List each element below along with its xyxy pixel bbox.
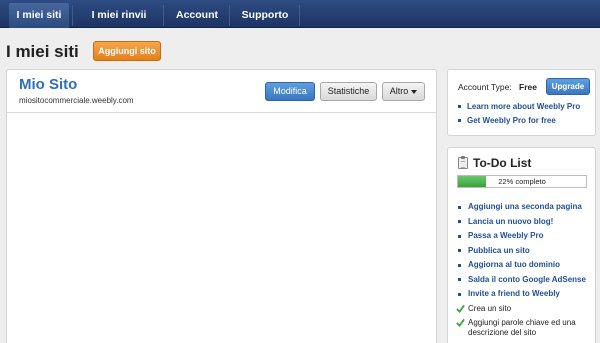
- learn-more-pro-link[interactable]: Learn more about Weebly Pro: [467, 102, 580, 111]
- account-links: Learn more about Weebly Pro Get Weebly P…: [458, 100, 593, 128]
- account-card: Account Type: Free Upgrade Learn more ab…: [447, 69, 596, 136]
- todo-item: Aggiungi una seconda pagina: [458, 202, 593, 212]
- tab-support[interactable]: Supporto: [234, 3, 296, 28]
- more-dropdown-button[interactable]: Altro: [382, 82, 425, 101]
- checkmark-icon: [456, 318, 465, 327]
- account-type-label: Account Type:: [458, 82, 512, 92]
- bullet-icon: [458, 205, 461, 209]
- tab-account[interactable]: Account: [168, 3, 226, 28]
- todo-item-done: Crea un sito: [456, 303, 593, 314]
- tab-divider: [163, 5, 164, 26]
- clipboard-icon: [458, 156, 468, 169]
- todo-item-link[interactable]: Passa a Weebly Pro: [468, 231, 543, 240]
- upgrade-button[interactable]: Upgrade: [546, 78, 590, 95]
- page-title: I miei siti: [6, 42, 79, 61]
- todo-item-label: Aggiungi parole chiave ed una descrizion…: [468, 318, 576, 337]
- progress-text: 22% completo: [498, 177, 546, 186]
- todo-item-done: Aggiungi parole chiave ed una descrizion…: [456, 318, 593, 338]
- checkmark-icon: [456, 304, 465, 313]
- list-item: Get Weebly Pro for free: [458, 114, 593, 127]
- todo-list: Aggiungi una seconda pagina Lancia un nuo…: [456, 202, 593, 343]
- todo-item: Pubblica un sito: [458, 246, 593, 256]
- list-item: Learn more about Weebly Pro: [458, 100, 593, 113]
- todo-item: Aggiorna al tuo dominio: [458, 260, 593, 270]
- site-panel-header: Mio Sito miositocommerciale.weebly.com M…: [7, 70, 436, 113]
- bullet-icon: [458, 119, 461, 123]
- bullet-icon: [458, 249, 461, 252]
- todo-title: To-Do List: [473, 156, 532, 170]
- bullet-icon: [458, 220, 461, 223]
- todo-item: Passa a Weebly Pro: [458, 231, 593, 241]
- edit-button[interactable]: Modifica: [265, 82, 315, 101]
- tab-my-referrals[interactable]: I miei rinvii: [78, 3, 160, 28]
- statistics-button[interactable]: Statistiche: [320, 82, 377, 101]
- bullet-icon: [458, 105, 461, 109]
- todo-card: To-Do List 22% completo Aggiungi una sec…: [447, 147, 596, 343]
- top-nav: I miei siti I miei rinvii Account Suppor…: [0, 0, 600, 28]
- todo-item-link[interactable]: Aggiungi una seconda pagina: [468, 202, 582, 211]
- bullet-icon: [458, 263, 461, 267]
- bullet-icon: [458, 292, 461, 296]
- progress-bar: 22% completo: [457, 175, 587, 188]
- chevron-down-icon: [411, 89, 418, 94]
- tab-divider: [72, 5, 73, 26]
- todo-item: Lancia un nuovo blog!: [458, 217, 593, 227]
- tab-divider: [229, 5, 230, 26]
- tab-my-sites[interactable]: I miei siti: [9, 3, 69, 28]
- todo-item-link[interactable]: Lancia un nuovo blog!: [468, 217, 553, 226]
- get-pro-free-link[interactable]: Get Weebly Pro for free: [467, 116, 556, 125]
- site-panel: Mio Sito miositocommerciale.weebly.com M…: [6, 69, 437, 343]
- todo-item-link[interactable]: Pubblica un sito: [468, 246, 530, 255]
- todo-item-label: Crea un sito: [468, 303, 512, 313]
- more-button-label: Altro: [389, 86, 409, 96]
- bullet-icon: [458, 234, 461, 238]
- todo-item: Salda il conto Google AdSense: [458, 275, 593, 285]
- tab-divider: [299, 5, 300, 26]
- bullet-icon: [458, 278, 461, 281]
- todo-item-link[interactable]: Invite a friend to Weebly: [468, 289, 560, 298]
- todo-item-link[interactable]: Salda il conto Google AdSense: [468, 275, 586, 284]
- account-type-value: Free: [519, 82, 537, 92]
- site-url: miositocommerciale.weebly.com: [19, 96, 134, 105]
- todo-item: Invite a friend to Weebly: [458, 289, 593, 299]
- todo-item-link[interactable]: Aggiorna al tuo dominio: [468, 260, 560, 269]
- site-name-link[interactable]: Mio Sito: [19, 76, 77, 93]
- add-site-button[interactable]: Aggiungi sito: [93, 41, 161, 61]
